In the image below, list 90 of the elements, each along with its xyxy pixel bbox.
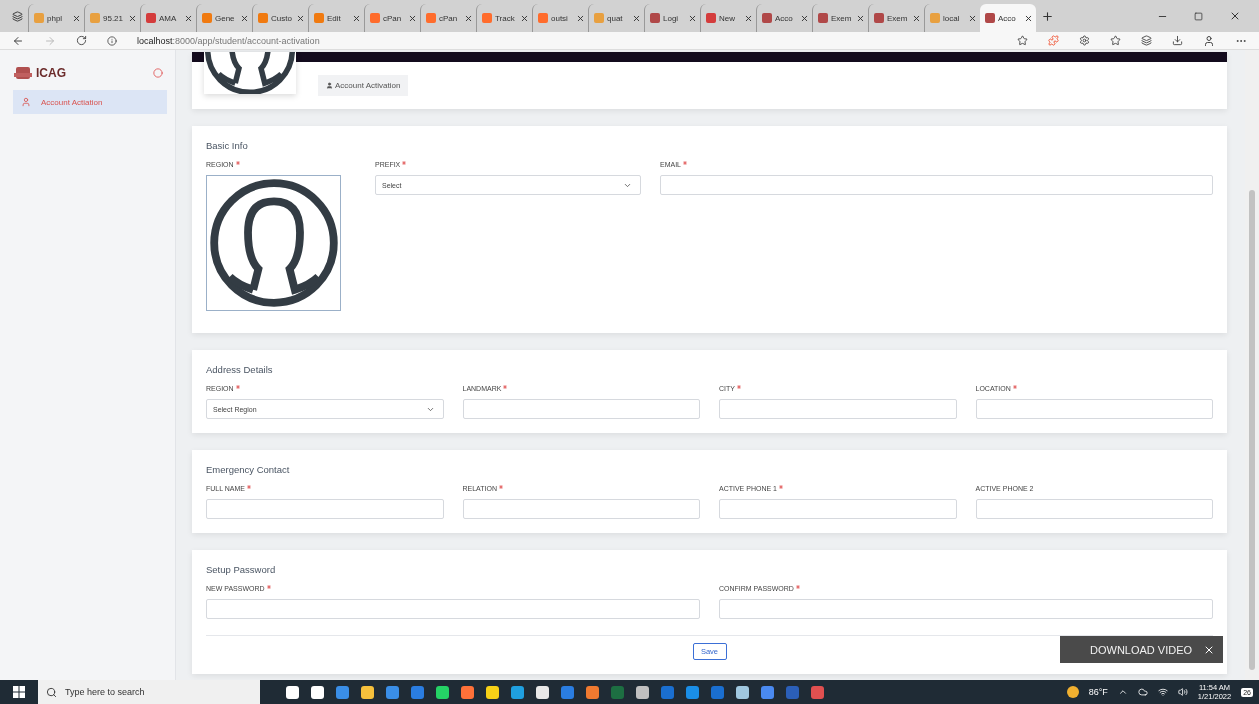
favicon-icon [258,13,268,23]
profile-icon[interactable] [1203,34,1215,47]
favicon-icon [538,13,548,23]
favorites-icon[interactable] [1110,35,1121,46]
favicon-icon [818,13,828,23]
chevron-up-icon[interactable] [1117,687,1128,697]
volume-icon[interactable] [1177,687,1188,697]
favorite-star-icon[interactable] [1017,35,1028,46]
close-icon[interactable] [632,13,641,23]
close-icon[interactable] [576,13,585,23]
close-icon[interactable] [408,13,417,23]
reload-icon[interactable] [76,35,87,46]
wifi-icon[interactable] [1157,687,1168,697]
close-icon[interactable] [128,13,137,23]
browser-tab[interactable]: Acco [980,4,1036,32]
profile-photo[interactable] [206,175,341,311]
close-icon[interactable] [688,13,697,23]
brand-name: ICAG [36,66,66,80]
section-title: Setup Password [206,564,277,575]
restore-icon[interactable] [1194,11,1203,21]
close-icon[interactable] [520,13,529,23]
taskbar-app-icon[interactable] [286,685,299,699]
tab-actions-icon[interactable] [11,10,23,22]
favicon-icon [146,13,156,23]
scrollbar[interactable] [1245,50,1259,680]
close-icon[interactable] [296,13,305,23]
close-icon[interactable] [1024,13,1033,23]
close-icon[interactable] [800,13,809,23]
input-field[interactable] [206,499,444,519]
address-bar[interactable]: localhost:8000/app/student/account-activation [137,35,320,46]
favicon-icon [762,13,772,23]
input-field[interactable] [462,399,700,419]
input-field[interactable] [206,599,700,619]
input-field[interactable] [719,599,1213,619]
weather-icon[interactable] [1066,686,1079,698]
taskbar-app-icon[interactable] [536,685,549,699]
close-icon[interactable] [72,13,81,23]
close-icon[interactable] [1229,10,1241,22]
close-icon[interactable] [352,13,361,23]
favicon-icon [426,13,436,23]
collections-icon[interactable] [1141,35,1152,46]
section-title: Address Details [206,364,274,375]
favicon-icon [90,13,100,23]
back-icon[interactable] [12,34,24,47]
taskbar-app-icon[interactable] [361,685,374,699]
close-icon[interactable] [184,13,193,23]
taskbar-app-icon[interactable] [311,685,324,699]
logo-icon [14,66,32,80]
input-field[interactable] [975,399,1213,419]
taskbar-app-icon[interactable] [636,685,649,699]
user-icon [21,97,31,107]
close-icon[interactable] [912,13,921,23]
person-silhouette-icon [208,178,339,308]
favicon-icon [650,13,660,23]
close-icon[interactable] [744,13,753,23]
close-icon[interactable] [240,13,249,23]
favicon-icon [370,13,380,23]
favicon-icon [594,13,604,23]
favicon-icon [930,13,940,23]
favicon-icon [34,13,44,23]
taskbar-app-icon[interactable] [736,685,749,699]
download-video-bar[interactable]: DOWNLOAD VIDEO [1060,636,1223,663]
favicon-icon [985,13,995,23]
close-icon[interactable] [856,13,865,23]
new-tab-icon[interactable] [1040,9,1054,23]
favicon-icon [314,13,324,23]
section-title: Emergency Contact [206,464,291,475]
search-icon [46,686,57,698]
input-field[interactable] [462,499,700,519]
taskbar-app-icon[interactable] [486,685,499,699]
close-icon[interactable] [968,13,977,23]
taskbar-search-field[interactable]: Type here to search [38,680,260,704]
favicon-icon [874,13,884,23]
cloud-icon[interactable] [1137,687,1148,697]
favicon-icon [706,13,716,23]
section-title: Basic Info [206,140,249,151]
taskbar-app-icon[interactable] [436,685,449,699]
input-field[interactable] [719,399,957,419]
input-field[interactable] [975,499,1213,519]
favicon-icon [482,13,492,23]
windows-logo-icon[interactable] [13,686,25,698]
info-icon[interactable] [107,35,117,46]
input-field[interactable] [719,499,957,519]
download-icon[interactable] [1172,35,1183,46]
close-icon[interactable] [464,13,473,23]
input-field[interactable] [660,175,1213,195]
account-activation-button[interactable]: Account Activation [318,75,409,96]
favicon-icon [202,13,212,23]
temperature: 86°F [1088,687,1108,697]
user-icon [326,82,333,89]
